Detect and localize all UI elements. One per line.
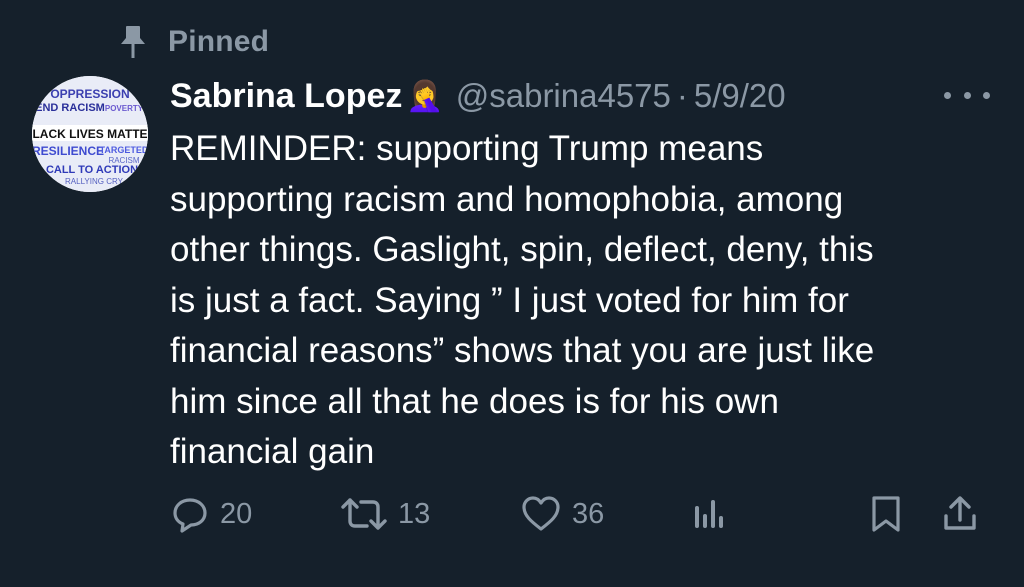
avatar-word: END RACISM [35, 102, 105, 114]
like-count: 36 [572, 497, 605, 530]
tweet-date[interactable]: 5/9/20 [694, 77, 786, 115]
share-icon [940, 494, 980, 534]
retweet-count: 13 [398, 497, 431, 530]
avatar-word: RESILIENCE [32, 144, 104, 158]
avatar-word: OPPRESSION [50, 87, 129, 101]
heart-icon [520, 494, 562, 534]
pinned-indicator: Pinned [118, 22, 269, 62]
author-display-name[interactable]: Sabrina Lopez [170, 77, 402, 116]
more-options-icon[interactable] [944, 80, 990, 110]
avatar-word: RALLYING CRY [65, 177, 124, 186]
avatar-word: BLACK LIVES MATTER [32, 127, 148, 141]
tweet-text: REMINDER: supporting Trump means support… [170, 129, 875, 471]
views-icon [690, 494, 730, 534]
share-button[interactable] [940, 492, 980, 536]
like-button[interactable]: 36 [520, 492, 604, 536]
bookmark-icon [866, 494, 906, 534]
tweet-header: Sabrina Lopez 🤦‍♀️ @sabrina4575 · 5/9/20 [170, 72, 786, 120]
avatar[interactable]: OPPRESSION END RACISM POVERTY BLACK LIVE… [32, 76, 148, 192]
reply-button[interactable]: 20 [170, 492, 252, 536]
separator-dot: · [676, 77, 688, 114]
reply-count: 20 [220, 497, 253, 530]
facepalm-emoji: 🤦‍♀️ [406, 79, 444, 113]
pinned-label: Pinned [168, 25, 270, 58]
pin-icon [118, 24, 148, 60]
views-button[interactable] [690, 492, 730, 536]
avatar-word: POVERTY [105, 104, 144, 113]
action-bar: 20 13 36 [0, 492, 1024, 536]
avatar-word: TARGETED [100, 145, 148, 155]
author-handle[interactable]: @sabrina4575 [456, 77, 671, 115]
bookmark-button[interactable] [866, 492, 906, 536]
retweet-icon [340, 494, 388, 534]
avatar-word: CALL TO ACTION [46, 164, 138, 176]
retweet-button[interactable]: 13 [340, 492, 430, 536]
reply-icon [170, 494, 210, 534]
